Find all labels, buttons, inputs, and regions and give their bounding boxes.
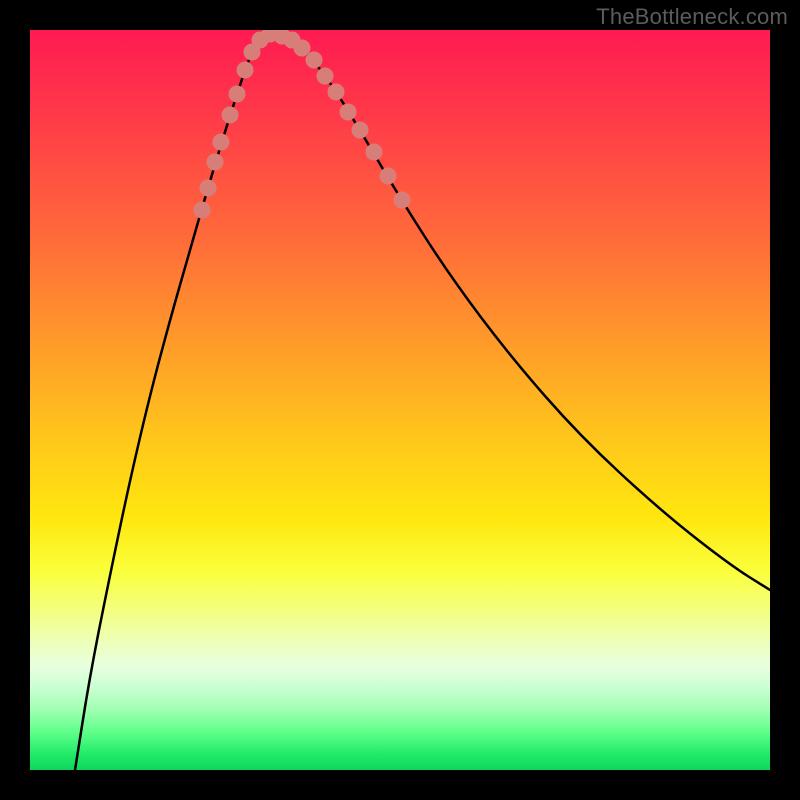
bottleneck-curve <box>75 33 770 770</box>
highlight-dot <box>340 104 356 120</box>
highlight-dot <box>328 84 344 100</box>
highlight-dot <box>207 154 223 170</box>
plot-area <box>30 30 770 770</box>
highlight-dot <box>394 192 410 208</box>
highlight-dot <box>229 86 245 102</box>
highlight-dot <box>194 202 210 218</box>
highlight-dot <box>317 68 333 84</box>
highlight-dot <box>306 52 322 68</box>
highlight-dot <box>366 144 382 160</box>
highlight-dot <box>213 134 229 150</box>
watermark-text: TheBottleneck.com <box>596 4 788 30</box>
highlight-dot <box>200 180 216 196</box>
highlight-dot <box>380 168 396 184</box>
highlight-dot <box>352 122 368 138</box>
curve-svg <box>30 30 770 770</box>
highlight-dot <box>294 40 310 56</box>
highlight-dot <box>237 62 253 78</box>
highlight-dot <box>222 107 238 123</box>
chart-frame: TheBottleneck.com <box>0 0 800 800</box>
